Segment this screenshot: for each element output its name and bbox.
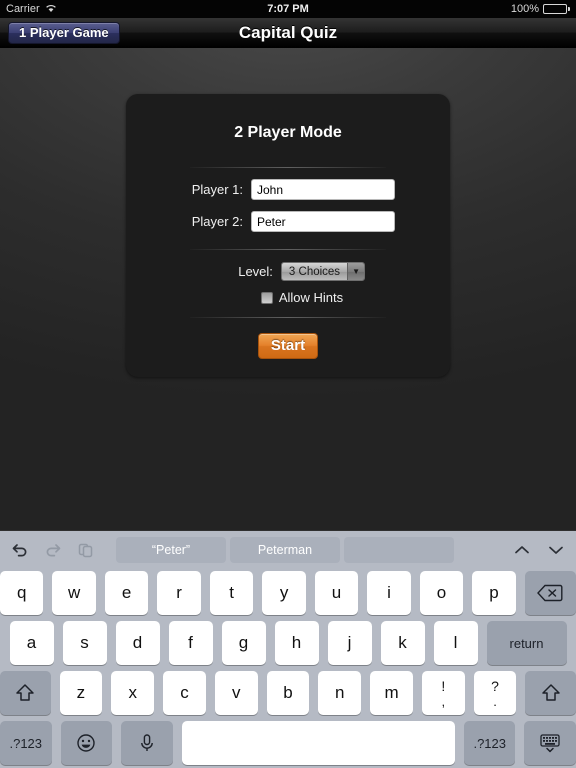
hide-keyboard-icon[interactable] — [524, 721, 576, 765]
shift-icon[interactable] — [0, 671, 51, 715]
key-j[interactable]: j — [327, 621, 372, 665]
key-period-label: . — [493, 693, 497, 709]
return-key[interactable]: return — [486, 621, 567, 665]
key-l[interactable]: l — [433, 621, 478, 665]
key-v[interactable]: v — [214, 671, 258, 715]
start-button-wrap: Start — [126, 333, 450, 359]
start-button[interactable]: Start — [257, 333, 319, 359]
key-u[interactable]: u — [314, 571, 359, 615]
battery-icon — [543, 4, 570, 14]
player2-row: Player 2: — [126, 211, 450, 232]
key-m[interactable]: m — [370, 671, 413, 715]
suggestion-list: “Peter” Peterman — [116, 537, 454, 563]
undo-icon[interactable] — [10, 540, 30, 560]
key-n[interactable]: n — [318, 671, 362, 715]
ipad-screen: Carrier 7:07 PM 100% 1 Player Game Capit… — [0, 0, 576, 768]
emoji-icon[interactable] — [60, 721, 113, 765]
clock: 7:07 PM — [267, 3, 309, 15]
key-r[interactable]: r — [157, 571, 201, 615]
keyboard-row-3: z x c v b n m ! , ? . — [0, 671, 576, 715]
key-y[interactable]: y — [262, 571, 306, 615]
key-i[interactable]: i — [367, 571, 411, 615]
key-p[interactable]: p — [472, 571, 516, 615]
two-player-mode-dialog: 2 Player Mode Player 1: Player 2: Level:… — [126, 94, 450, 377]
key-comma-label: , — [441, 693, 446, 709]
key-exclam-label: ! — [441, 677, 446, 694]
suggestion-item[interactable] — [344, 537, 454, 563]
back-button[interactable]: 1 Player Game — [8, 21, 120, 44]
key-g[interactable]: g — [221, 621, 266, 665]
field-navigation — [512, 540, 566, 560]
keyboard-row-2: a s d f g h j k l return — [0, 621, 576, 665]
player1-row: Player 1: — [126, 179, 450, 200]
microphone-icon[interactable] — [121, 721, 173, 765]
chevron-up-icon[interactable] — [512, 540, 532, 560]
redo-icon[interactable] — [43, 540, 63, 560]
player1-label: Player 1: — [191, 182, 243, 197]
backspace-icon[interactable] — [524, 571, 576, 615]
player2-label: Player 2: — [191, 214, 243, 229]
key-question-period[interactable]: ? . — [473, 671, 517, 715]
navigation-bar: 1 Player Game Capital Quiz — [0, 18, 576, 48]
chevron-down-icon: ▼ — [347, 263, 365, 280]
back-button-label: 1 Player Game — [19, 25, 109, 40]
key-exclam-comma[interactable]: ! , — [421, 671, 465, 715]
player1-input[interactable] — [251, 179, 395, 200]
key-b[interactable]: b — [266, 671, 310, 715]
level-select-value: 3 Choices — [281, 263, 348, 280]
numeric-key-left[interactable]: .?123 — [0, 721, 52, 765]
key-a[interactable]: a — [9, 621, 54, 665]
key-c[interactable]: c — [163, 671, 206, 715]
allow-hints-row[interactable]: Allow Hints — [126, 290, 450, 305]
divider-bottom — [190, 317, 386, 318]
on-screen-keyboard: “Peter” Peterman q w e r t y u i o p a s… — [0, 530, 576, 768]
key-k[interactable]: k — [380, 621, 425, 665]
key-e[interactable]: e — [104, 571, 149, 615]
keyboard-row-4: .?123 .?123 — [0, 721, 576, 765]
key-question-label: ? — [491, 677, 499, 694]
paste-icon[interactable] — [76, 540, 96, 560]
edit-tools — [10, 540, 96, 560]
numeric-key-right[interactable]: .?123 — [463, 721, 516, 765]
key-f[interactable]: f — [168, 621, 213, 665]
key-x[interactable]: x — [111, 671, 155, 715]
allow-hints-label: Allow Hints — [278, 290, 344, 305]
key-z[interactable]: z — [59, 671, 103, 715]
key-w[interactable]: w — [52, 571, 96, 615]
key-t[interactable]: t — [209, 571, 254, 615]
shift-icon[interactable] — [525, 671, 576, 715]
key-h[interactable]: h — [274, 621, 319, 665]
battery-percent-label: 100% — [510, 3, 539, 15]
suggestion-item[interactable]: Peterman — [230, 537, 340, 563]
divider-middle — [190, 249, 386, 250]
key-o[interactable]: o — [419, 571, 464, 615]
key-d[interactable]: d — [115, 621, 160, 665]
allow-hints-checkbox[interactable] — [260, 291, 273, 304]
status-bar: Carrier 7:07 PM 100% — [0, 0, 576, 18]
key-s[interactable]: s — [62, 621, 107, 665]
space-key[interactable] — [181, 721, 455, 765]
player2-input[interactable] — [251, 211, 395, 232]
content-area: 2 Player Mode Player 1: Player 2: Level:… — [0, 48, 576, 530]
level-row: Level: 3 Choices ▼ — [126, 262, 450, 281]
suggestion-item[interactable]: “Peter” — [116, 537, 226, 563]
chevron-down-icon[interactable] — [546, 540, 566, 560]
suggestion-bar: “Peter” Peterman — [0, 531, 576, 569]
dialog-title: 2 Player Mode — [234, 124, 342, 141]
level-label: Level: — [238, 264, 273, 279]
keyboard-row-1: q w e r t y u i o p — [0, 569, 576, 615]
key-q[interactable]: q — [0, 571, 44, 615]
level-select[interactable]: 3 Choices ▼ — [280, 262, 366, 281]
divider-top — [190, 167, 386, 168]
status-bar-right: 100% — [511, 3, 570, 15]
